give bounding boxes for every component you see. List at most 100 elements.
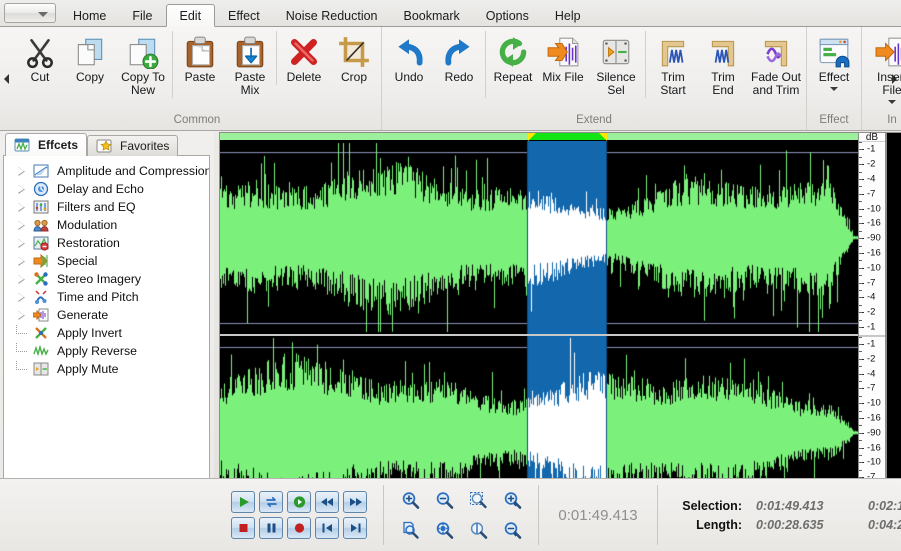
waveform-canvas-area: dB -1 -2 -4 -7 -10 -16 -90 -16 -10 -7 -4 -2 -1 -1 -2-…	[219, 132, 901, 529]
ribbon-subgroup: Effect	[809, 31, 859, 92]
trim-start-button[interactable]: Trim Start	[648, 31, 698, 98]
zoom-page-button[interactable]	[400, 520, 420, 540]
dock-tab-favorites[interactable]: Favorites	[87, 135, 179, 156]
tab-help[interactable]: Help	[542, 6, 594, 27]
selection-range-bar[interactable]	[220, 133, 858, 141]
skip-start-button[interactable]	[315, 517, 339, 539]
selection-handle-right-icon[interactable]	[599, 133, 608, 141]
repeat-button[interactable]: Repeat	[488, 31, 538, 98]
selection-handle-left-icon[interactable]	[527, 133, 536, 141]
tree-item-filters-and-eq[interactable]: Filters and EQ	[8, 198, 207, 216]
db-tick-minor	[859, 312, 862, 314]
mix-file-button[interactable]: Mix File	[538, 31, 588, 98]
ribbon-subgroup: Insert File	[864, 31, 901, 105]
skip-end-button[interactable]	[343, 517, 367, 539]
zoom-controls	[394, 479, 528, 551]
tree-item-apply-invert[interactable]: Apply Invert	[8, 324, 207, 342]
stop-button[interactable]	[231, 517, 255, 539]
zoom-out-vertical-button[interactable]	[502, 520, 522, 540]
paste-mix-button[interactable]: Paste Mix	[225, 31, 275, 98]
cut-button[interactable]: Cut	[15, 31, 65, 98]
db-tick-minor	[859, 319, 862, 321]
expand-arrow-icon[interactable]	[16, 201, 27, 213]
expand-arrow-icon[interactable]	[16, 183, 27, 195]
db-scale-ruler: dB -1 -2 -4 -7 -10 -16 -90 -16 -10 -7 -4 -2 -1 -1 -2-…	[858, 133, 886, 529]
trim-start-label: Trim Start	[660, 70, 686, 97]
waveform-column[interactable]	[220, 133, 858, 529]
play-selection-button[interactable]	[287, 491, 311, 513]
effects-tab-icon	[12, 137, 34, 153]
fade-out-and-trim-button[interactable]: Fade Out and Trim	[748, 31, 804, 98]
silence-sel-button[interactable]: Silence Sel	[588, 31, 644, 98]
undo-button[interactable]: Undo	[384, 31, 434, 85]
zoom-in-button[interactable]	[400, 490, 420, 510]
copy-to-new-button[interactable]: Copy To New	[115, 31, 171, 98]
quick-access-dropdown-button[interactable]	[4, 3, 56, 23]
dock-tab-effcets[interactable]: Effcets	[5, 133, 88, 156]
tree-item-time-and-pitch[interactable]: Time and Pitch	[8, 288, 207, 306]
tree-item-generate[interactable]: Generate	[8, 306, 207, 324]
tree-item-amplitude-and-compression[interactable]: Amplitude and Compression	[8, 162, 209, 180]
tab-effect[interactable]: Effect	[215, 6, 273, 27]
tree-item-apply-mute[interactable]: Apply Mute	[8, 360, 207, 378]
pause-button[interactable]	[259, 517, 283, 539]
ribbon-scroll-left-button[interactable]	[0, 27, 13, 130]
zoom-out-button[interactable]	[434, 490, 454, 510]
tab-edit[interactable]: Edit	[165, 4, 216, 27]
zoom-fit-button[interactable]	[468, 520, 488, 540]
generate-icon	[31, 307, 53, 323]
redo-label: Redo	[444, 70, 474, 84]
channel-left[interactable]	[220, 141, 858, 334]
db-tick-minor	[859, 380, 862, 382]
tab-home[interactable]: Home	[60, 6, 119, 27]
effect-button[interactable]: Effect	[809, 31, 859, 92]
copy-button[interactable]: Copy	[65, 31, 115, 98]
expand-arrow-icon[interactable]	[16, 309, 27, 321]
record-button[interactable]	[287, 517, 311, 539]
fast-forward-button[interactable]	[343, 491, 367, 513]
expand-arrow-icon[interactable]	[16, 165, 27, 177]
tree-item-modulation[interactable]: Modulation	[8, 216, 207, 234]
tree-item-delay-and-echo[interactable]: Delay and Echo	[8, 180, 207, 198]
delete-button[interactable]: Delete	[279, 31, 329, 85]
redo-arrow-icon	[442, 35, 476, 71]
expand-arrow-icon[interactable]	[16, 273, 27, 285]
tree-item-restoration[interactable]: Restoration	[8, 234, 207, 252]
dropdown-caret-icon[interactable]	[888, 100, 896, 104]
tree-item-label: Generate	[57, 308, 109, 322]
crop-button[interactable]: Crop	[329, 31, 379, 85]
special-icon	[31, 253, 53, 269]
rewind-button[interactable]	[315, 491, 339, 513]
tab-bookmark[interactable]: Bookmark	[391, 6, 473, 27]
delay-echo-icon	[31, 181, 53, 197]
db-label: -2	[867, 353, 876, 365]
redo-button[interactable]: Redo	[434, 31, 484, 85]
paste-button[interactable]: Paste	[175, 31, 225, 98]
expand-arrow-icon[interactable]	[16, 237, 27, 249]
statusbar-left-pad	[0, 479, 225, 551]
expand-arrow-icon[interactable]	[16, 219, 27, 231]
tab-noise-reduction[interactable]: Noise Reduction	[273, 6, 391, 27]
insert-file-button[interactable]: Insert File	[864, 31, 901, 105]
expand-arrow-icon[interactable]	[16, 291, 27, 303]
dropdown-caret-icon[interactable]	[830, 87, 838, 91]
vertical-scrollbar[interactable]	[886, 133, 901, 529]
expand-arrow-icon[interactable]	[16, 255, 27, 267]
tree-item-special[interactable]: Special	[8, 252, 207, 270]
db-tick-minor	[859, 425, 862, 427]
loop-button[interactable]	[259, 491, 283, 513]
zoom-selection-button[interactable]	[468, 490, 488, 510]
db-tick-minor	[859, 216, 862, 218]
db-tick-minor	[859, 358, 862, 360]
apply-mute-icon	[31, 361, 53, 377]
db-tick-minor	[859, 403, 862, 405]
tree-item-apply-reverse[interactable]: Apply Reverse	[8, 342, 207, 360]
zoom-in-vertical-button[interactable]	[502, 490, 522, 510]
tab-options[interactable]: Options	[473, 6, 542, 27]
trim-end-button[interactable]: Trim End	[698, 31, 748, 98]
tree-item-stereo-imagery[interactable]: Stereo Imagery	[8, 270, 207, 288]
length-row: Length: 0:00:28.635 0:04:26.256	[682, 518, 901, 532]
tab-file[interactable]: File	[119, 6, 165, 27]
zoom-settings-button[interactable]	[434, 520, 454, 540]
play-button[interactable]	[231, 491, 255, 513]
